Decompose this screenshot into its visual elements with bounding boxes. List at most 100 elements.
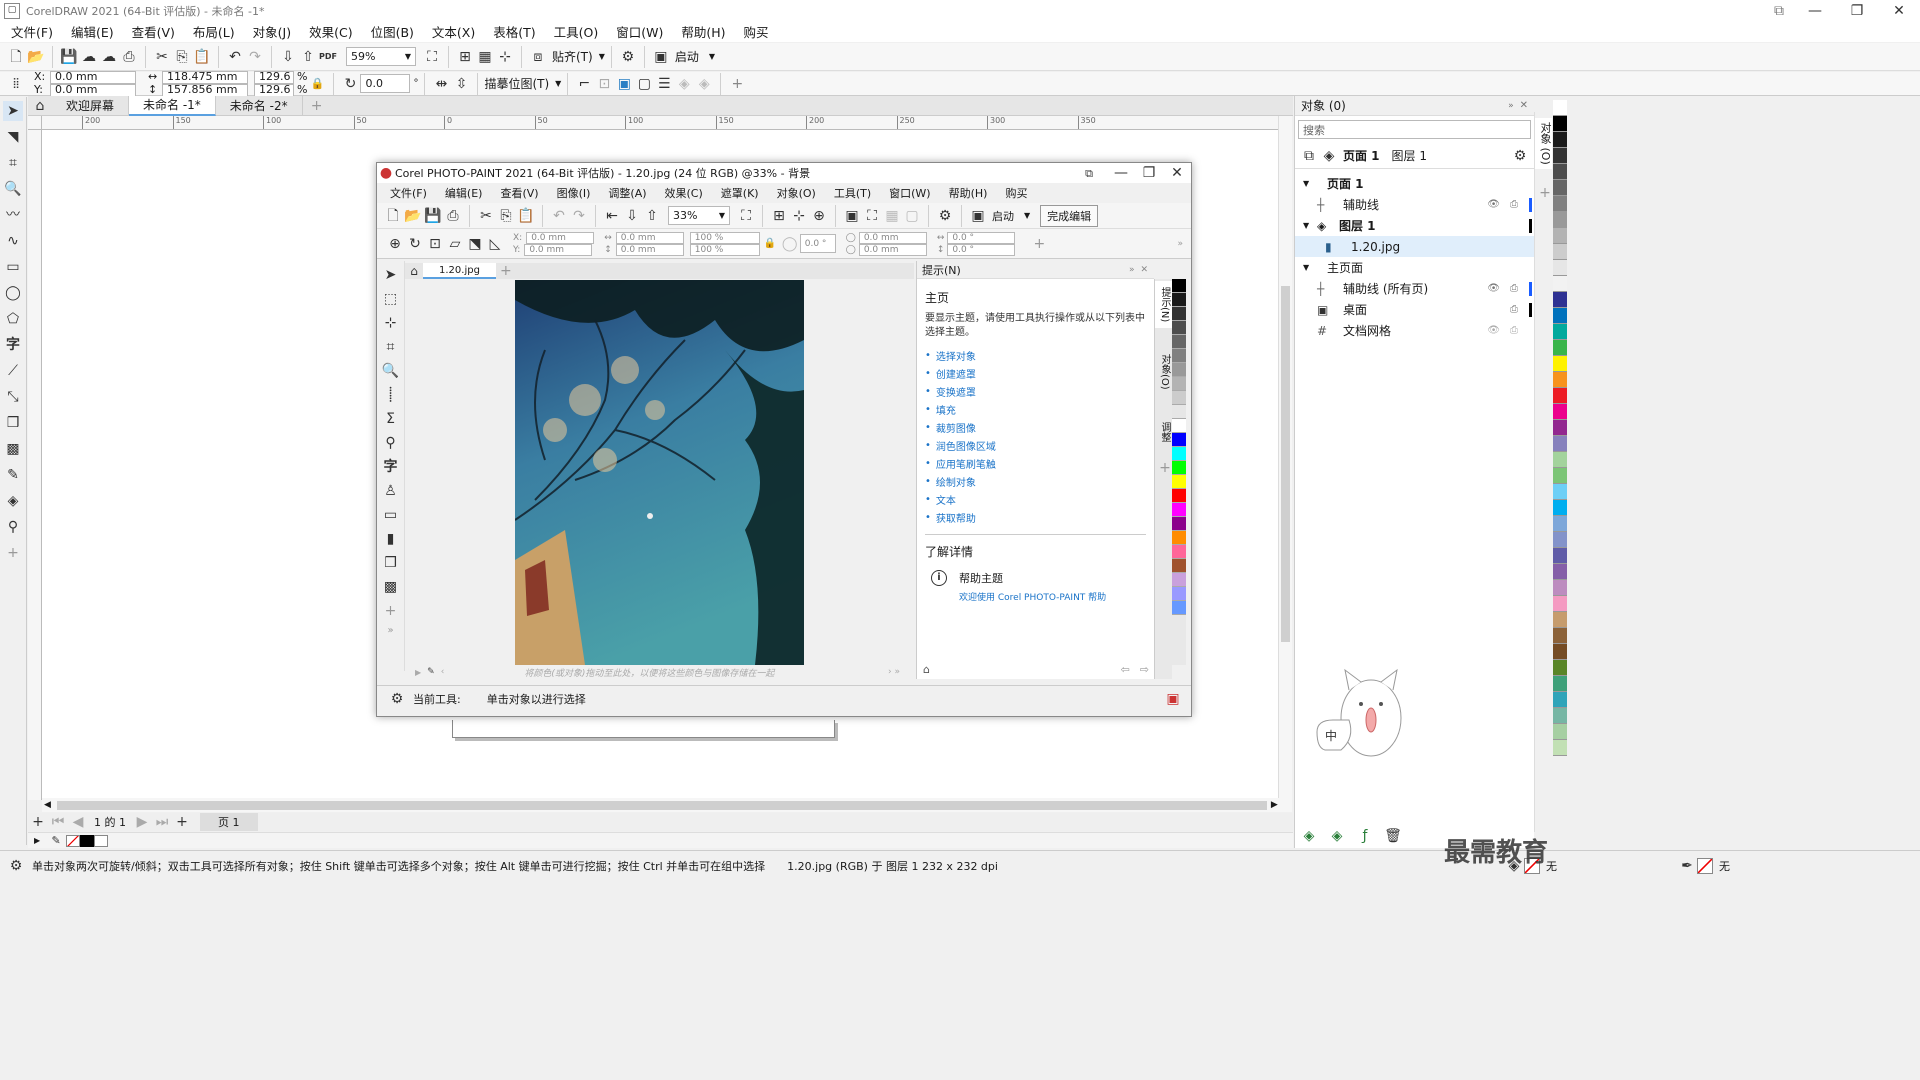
- redo-icon[interactable]: ↷: [245, 47, 265, 67]
- pp-perspective-icon[interactable]: ◺: [485, 234, 505, 254]
- ellipse-tool-icon[interactable]: ◯: [3, 283, 23, 303]
- pp-hint-link-5[interactable]: 润色图像区域: [925, 436, 1146, 454]
- show-grid-icon[interactable]: ▦: [475, 47, 495, 67]
- pp-position-icon[interactable]: ⊕: [385, 234, 405, 254]
- palette-swatch[interactable]: [1553, 628, 1567, 644]
- pp-palette-swatch[interactable]: [1172, 405, 1186, 419]
- horizontal-scroll-thumb[interactable]: [56, 800, 1267, 810]
- vertical-scroll-thumb[interactable]: [1281, 286, 1290, 642]
- pp-paint-icon[interactable]: ♙: [381, 481, 401, 501]
- pp-hint-link-4[interactable]: 裁剪图像: [925, 418, 1146, 436]
- pp-distort-icon[interactable]: ⬔: [465, 234, 485, 254]
- edit-bitmap-icon[interactable]: ⊡: [594, 74, 614, 94]
- zoom-select[interactable]: 59% ▼: [346, 47, 416, 66]
- palette-swatch[interactable]: [1553, 612, 1567, 628]
- pp-palette-swatch[interactable]: [1172, 349, 1186, 363]
- pp-menu-item-1[interactable]: 编辑(E): [436, 182, 492, 204]
- pp-eraser-icon[interactable]: ▮: [381, 529, 401, 549]
- interactive-fill-icon[interactable]: ◈: [3, 491, 23, 511]
- palette-swatch[interactable]: [1553, 100, 1567, 116]
- palette-swatch[interactable]: [1553, 260, 1567, 276]
- pp-menu-item-0[interactable]: 文件(F): [381, 182, 436, 204]
- pp-height-field[interactable]: 0.0 mm: [615, 243, 684, 256]
- pp-palette-swatch[interactable]: [1172, 447, 1186, 461]
- pp-hints-expand-icon[interactable]: »: [1129, 265, 1135, 275]
- pp-rotate-icon[interactable]: ↻: [405, 234, 425, 254]
- menu-item-3[interactable]: 布局(L): [184, 20, 244, 42]
- import-icon[interactable]: ⇩: [278, 47, 298, 67]
- menu-item-11[interactable]: 帮助(H): [672, 20, 734, 42]
- rotate-icon[interactable]: ↻: [340, 74, 360, 94]
- rotation-angle-field[interactable]: 0.0: [360, 74, 411, 93]
- pp-zoom-select[interactable]: 33% ▼: [668, 206, 730, 225]
- pp-add-tool-icon[interactable]: +: [381, 601, 401, 621]
- reference-point-icon[interactable]: ⣿: [6, 74, 26, 94]
- pp-object-pick-icon[interactable]: ➤: [381, 265, 401, 285]
- paste-icon[interactable]: 📋: [192, 47, 212, 67]
- artistic-media-icon[interactable]: ∿: [3, 231, 23, 251]
- mirror-vertical-icon[interactable]: ⇳: [451, 74, 471, 94]
- pp-menu-item-5[interactable]: 效果(C): [656, 182, 712, 204]
- pp-launch-icon[interactable]: ▣: [968, 206, 988, 226]
- swatch-none[interactable]: [66, 834, 81, 847]
- open-icon[interactable]: 📂: [26, 47, 46, 67]
- menu-item-10[interactable]: 窗口(W): [607, 20, 672, 42]
- palette-swatch[interactable]: [1553, 420, 1567, 436]
- launch-label[interactable]: 启动: [675, 48, 699, 65]
- doc-eyedropper-icon[interactable]: ✎: [46, 831, 66, 851]
- tree-image[interactable]: ▮ 1.20.jpg: [1295, 236, 1534, 257]
- pp-hint-link-3[interactable]: 填充: [925, 400, 1146, 418]
- transparency-icon[interactable]: ▩: [3, 439, 23, 459]
- save-icon[interactable]: 💾: [59, 47, 79, 67]
- palette-swatch[interactable]: [1553, 660, 1567, 676]
- palette-swatch[interactable]: [1553, 356, 1567, 372]
- menu-item-8[interactable]: 表格(T): [484, 20, 544, 42]
- pp-toolbox-more-icon[interactable]: »: [387, 625, 393, 636]
- pp-scale-icon[interactable]: ⊡: [425, 234, 445, 254]
- pp-hint-link-9[interactable]: 获取帮助: [925, 508, 1146, 526]
- pp-maximize-button[interactable]: ❐: [1139, 163, 1159, 183]
- pp-width-field[interactable]: 0.0 mm: [615, 231, 684, 244]
- new-layer-icon[interactable]: ◈: [1299, 826, 1319, 846]
- pp-rect-mask-icon[interactable]: ⬚: [381, 289, 401, 309]
- pp-palette-swatch[interactable]: [1172, 461, 1186, 475]
- tree-grid[interactable]: # 文档网格 👁 ⎙: [1295, 320, 1534, 341]
- menu-item-12[interactable]: 购买: [735, 20, 778, 42]
- tab-welcome[interactable]: 欢迎屏幕: [52, 95, 130, 116]
- palette-swatch[interactable]: [1553, 212, 1567, 228]
- polygon-tool-icon[interactable]: ⬠: [3, 309, 23, 329]
- pp-hint-link-8[interactable]: 文本: [925, 490, 1146, 508]
- pp-menu-item-4[interactable]: 调整(A): [599, 182, 655, 204]
- pp-new-tab-icon[interactable]: +: [496, 261, 516, 281]
- pp-hint-link-2[interactable]: 变换遮罩: [925, 382, 1146, 400]
- pp-menu-item-7[interactable]: 对象(O): [768, 182, 825, 204]
- minimize-button[interactable]: —: [1794, 1, 1836, 21]
- pp-mask-marquee-icon[interactable]: ⛶: [862, 206, 882, 226]
- ruler-origin[interactable]: [28, 116, 42, 130]
- pp-palette-swatch[interactable]: [1172, 559, 1186, 573]
- pp-hint-link-7[interactable]: 绘制对象: [925, 472, 1146, 490]
- palette-swatch[interactable]: [1553, 740, 1567, 756]
- pp-palette-swatch[interactable]: [1172, 587, 1186, 601]
- guides-visibility-icon[interactable]: 👁: [1487, 199, 1500, 210]
- tree-guides-all[interactable]: ┼ 辅助线 (所有页) 👁 ⎙: [1295, 278, 1534, 299]
- menu-item-6[interactable]: 位图(B): [362, 20, 423, 42]
- palette-swatch[interactable]: [1553, 116, 1567, 132]
- docker-close-icon[interactable]: ✕: [1520, 100, 1528, 111]
- pp-new-icon[interactable]: 🗋: [383, 206, 403, 226]
- trace-bitmap-button[interactable]: 描摹位图(T): [484, 75, 549, 92]
- home-icon[interactable]: ⌂: [28, 96, 52, 116]
- rectangle-tool-icon[interactable]: ▭: [3, 257, 23, 277]
- pp-center-y-field[interactable]: 0.0 mm: [858, 243, 927, 256]
- lock-ratio-icon[interactable]: 🔒: [307, 74, 327, 94]
- pp-menu-item-3[interactable]: 图像(I): [548, 182, 600, 204]
- palette-swatch[interactable]: [1553, 692, 1567, 708]
- drop-shadow-icon[interactable]: ❒: [3, 413, 23, 433]
- pp-menu-item-10[interactable]: 帮助(H): [940, 182, 997, 204]
- pp-cut-icon[interactable]: ✂: [476, 206, 496, 226]
- pp-hint-link-1[interactable]: 创建遮罩: [925, 364, 1146, 382]
- pp-options-gear-icon[interactable]: ⚙: [935, 206, 955, 226]
- cloud-upload-icon[interactable]: ☁: [79, 47, 99, 67]
- text-wrap-icon[interactable]: ☰: [654, 74, 674, 94]
- restore-pane-icon[interactable]: ⧉: [1764, 1, 1794, 21]
